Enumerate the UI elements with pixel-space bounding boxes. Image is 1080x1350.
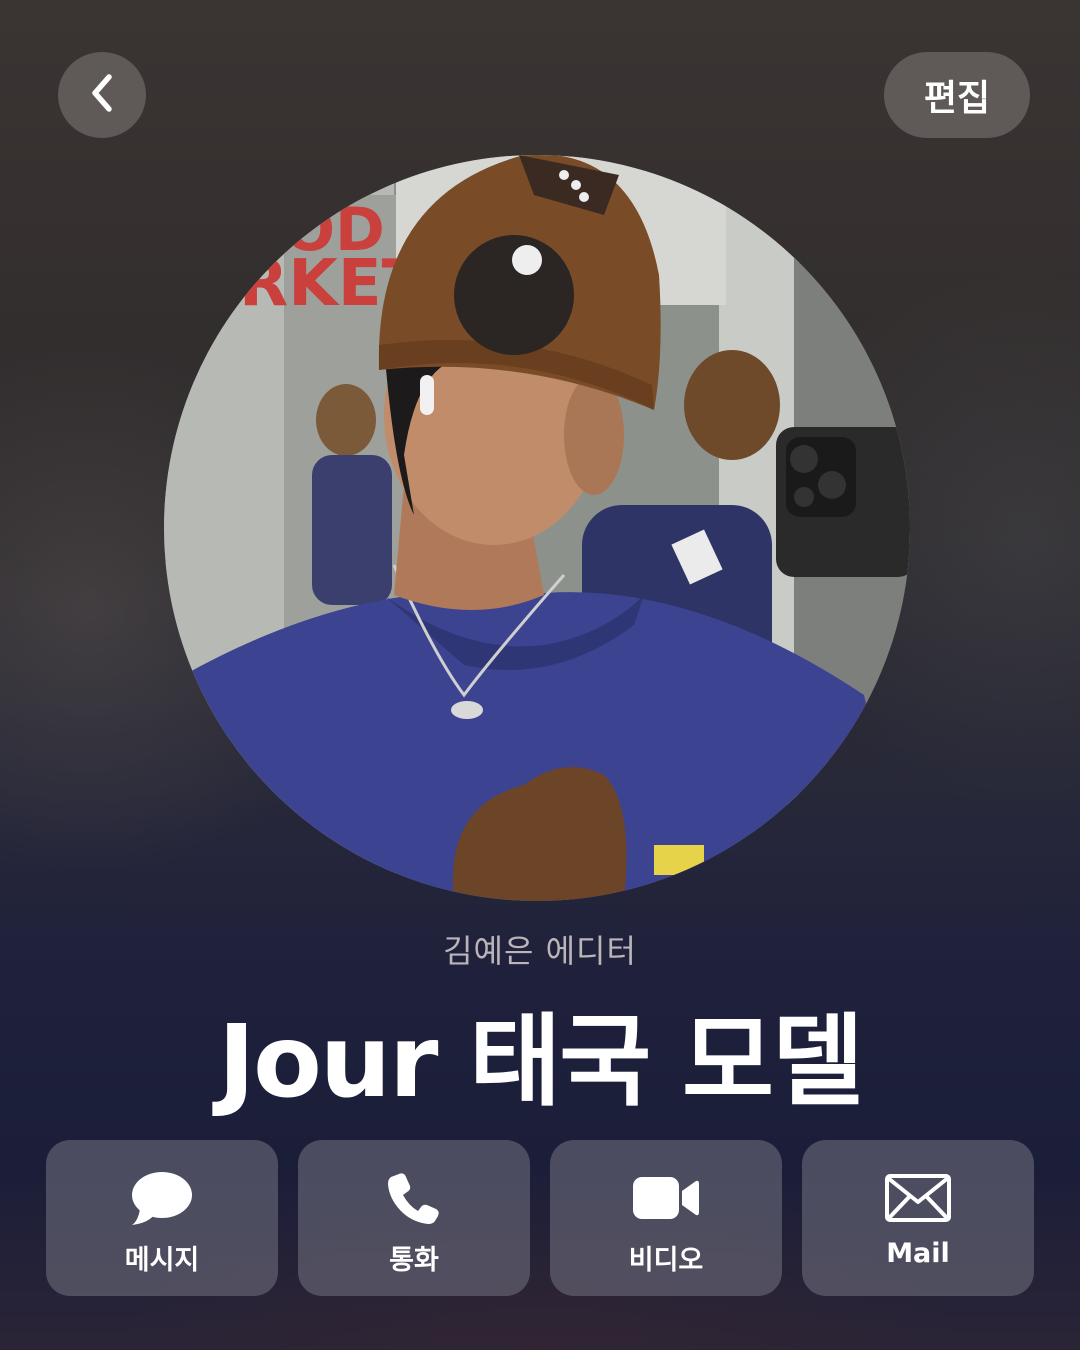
contact-subtitle: 김예은 에디터	[443, 932, 637, 970]
back-button[interactable]	[58, 52, 146, 138]
action-buttons: 메시지 통화 비디오 Mail	[46, 1140, 1034, 1296]
mail-button[interactable]: Mail	[802, 1140, 1034, 1296]
contact-name: Jour 태국 모델	[217, 1003, 864, 1120]
edit-button[interactable]: 편집	[884, 52, 1030, 138]
svg-text:OD: OD	[284, 195, 385, 265]
message-label: 메시지	[124, 1245, 200, 1276]
phone-icon	[387, 1168, 441, 1228]
video-camera-icon	[632, 1168, 700, 1228]
envelope-icon	[885, 1168, 951, 1228]
video-button[interactable]: 비디오	[550, 1140, 782, 1296]
contact-card-screen: 편집 RKET OD 김예은 에디터 Jour 태국 모델 메시지 통화 비디오…	[0, 0, 1080, 1350]
message-button[interactable]: 메시지	[46, 1140, 278, 1296]
avatar: RKET OD	[164, 155, 910, 901]
mail-label: Mail	[886, 1238, 950, 1269]
chevron-left-icon	[85, 73, 119, 117]
call-button[interactable]: 통화	[298, 1140, 530, 1296]
call-label: 통화	[389, 1245, 439, 1276]
video-label: 비디오	[628, 1245, 704, 1276]
message-bubble-icon	[130, 1168, 194, 1228]
